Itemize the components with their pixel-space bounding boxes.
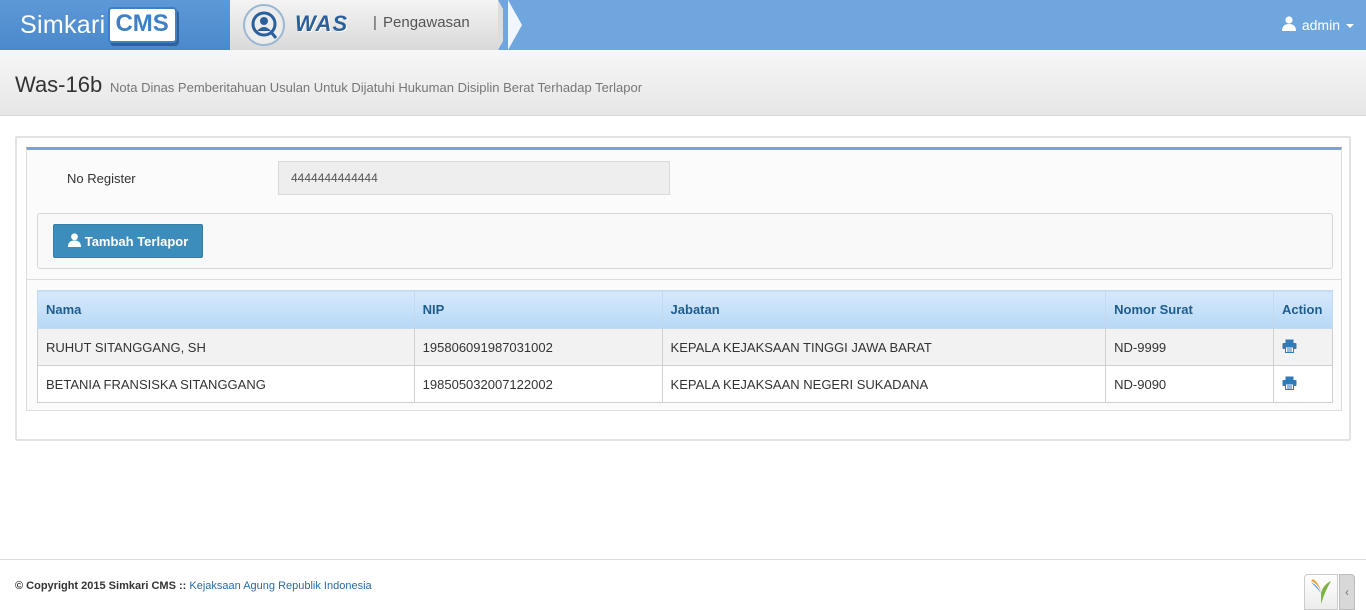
page-footer: © Copyright 2015 Simkari CMS :: Kejaksaa… <box>0 559 1366 610</box>
cell-nomor-surat: ND-9999 <box>1105 328 1274 366</box>
brand-logo[interactable]: Simkari CMS <box>0 0 230 50</box>
print-icon[interactable] <box>1282 376 1297 390</box>
cell-jabatan: KEPALA KEJAKSAAN TINGGI JAWA BARAT <box>661 328 1107 366</box>
cell-nama: BETANIA FRANSISKA SITANGGANG <box>37 365 415 403</box>
column-header-nama[interactable]: Nama <box>37 290 415 329</box>
brand-simkari-text: Simkari <box>20 10 106 39</box>
user-menu-dropdown[interactable]: admin <box>1281 16 1354 34</box>
column-header-nip[interactable]: NIP <box>413 290 663 329</box>
table-header-row: Nama NIP Jabatan Nomor Surat Action <box>37 290 1334 329</box>
terlapor-table: Nama NIP Jabatan Nomor Surat Action RUHU… <box>37 290 1334 403</box>
cell-nip: 198505032007122002 <box>413 365 663 403</box>
column-header-nomor-surat[interactable]: Nomor Surat <box>1105 290 1274 329</box>
page-header: Was-16b Nota Dinas Pemberitahuan Usulan … <box>0 50 1366 116</box>
brand-cms-badge: CMS <box>108 7 177 43</box>
cell-jabatan: KEPALA KEJAKSAAN NEGERI SUKADANA <box>661 365 1107 403</box>
cell-nip: 195806091987031002 <box>413 328 663 366</box>
register-label: No Register <box>67 171 136 186</box>
add-terlapor-button[interactable]: Tambah Terlapor <box>53 224 203 258</box>
form-panel: No Register Tambah Terlapor Nama <box>26 147 1342 411</box>
page-title: Was-16b <box>15 72 103 97</box>
was-module-logo: WAS <box>295 11 349 36</box>
footer-link[interactable]: Kejaksaan Agung Republik Indonesia <box>189 580 371 592</box>
footer-copyright: © Copyright 2015 Simkari CMS <box>15 580 176 592</box>
cell-action <box>1272 365 1334 403</box>
cell-action <box>1272 328 1334 366</box>
top-navbar: Simkari CMS WAS | Pengawasan admin <box>0 0 1366 50</box>
user-icon <box>1281 16 1296 34</box>
footer-text: © Copyright 2015 Simkari CMS :: Kejaksaa… <box>15 580 372 592</box>
column-header-action: Action <box>1272 290 1334 329</box>
page-subtitle: Nota Dinas Pemberitahuan Usulan Untuk Di… <box>110 80 643 95</box>
magnifier-person-icon <box>243 4 285 46</box>
table-row[interactable]: BETANIA FRANSISKA SITANGGANG 19850503200… <box>37 365 1334 403</box>
user-icon <box>67 232 81 250</box>
cell-nama: RUHUT SITANGGANG, SH <box>37 328 415 366</box>
user-name: admin <box>1301 17 1340 33</box>
cell-nomor-surat: ND-9090 <box>1105 365 1274 403</box>
register-input[interactable] <box>278 161 670 195</box>
column-header-jabatan[interactable]: Jabatan <box>661 290 1107 329</box>
chevron-down-icon <box>1346 24 1354 28</box>
module-separator: | <box>373 14 377 31</box>
print-icon[interactable] <box>1282 339 1297 353</box>
module-name: Pengawasan <box>383 14 470 31</box>
divider <box>27 279 1341 280</box>
action-panel: Tambah Terlapor <box>37 213 1333 269</box>
content-box: No Register Tambah Terlapor Nama <box>15 136 1351 441</box>
chevron-left-icon[interactable]: ‹ <box>1339 574 1355 610</box>
module-arrow-outer <box>508 0 522 50</box>
footer-separator: :: <box>175 580 190 592</box>
add-terlapor-label: Tambah Terlapor <box>84 233 189 249</box>
table-row[interactable]: RUHUT SITANGGANG, SH 195806091987031002 … <box>37 328 1334 366</box>
yii-debug-logo-icon[interactable] <box>1304 574 1338 610</box>
